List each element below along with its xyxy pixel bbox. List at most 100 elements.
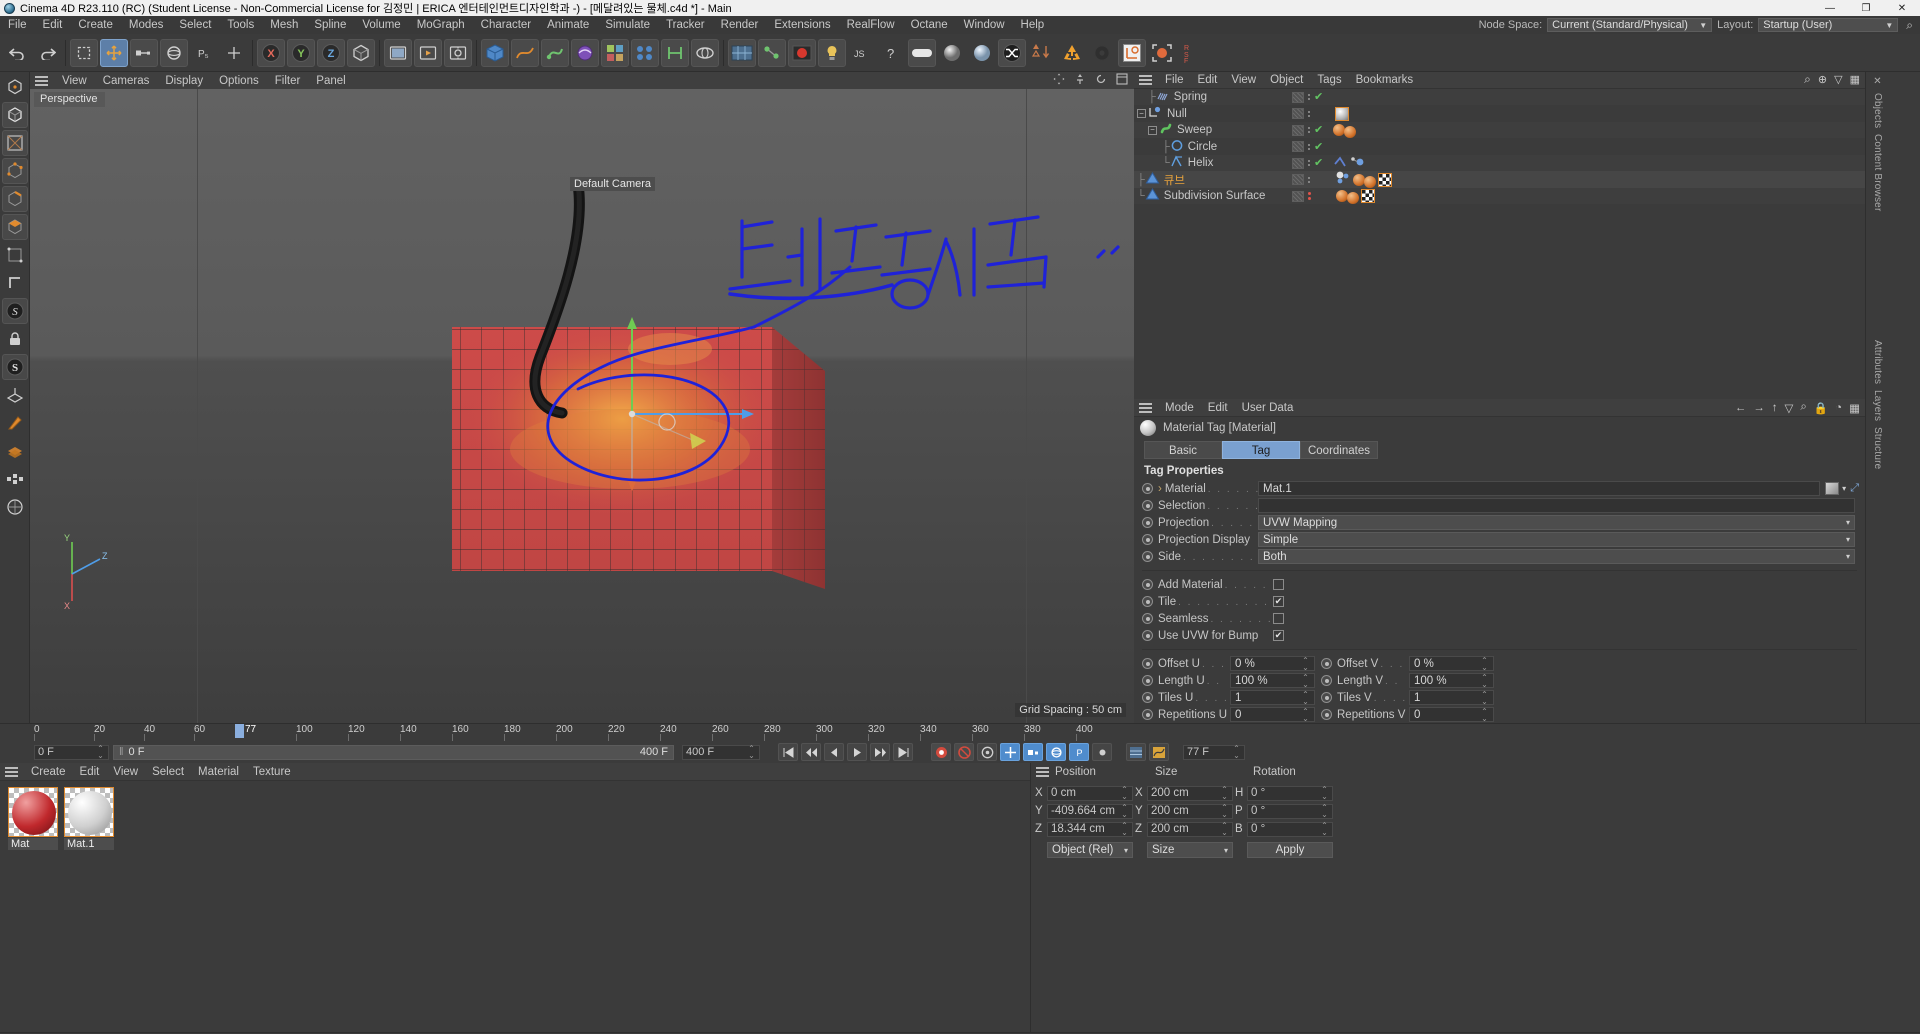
om-menu-edit[interactable]: Edit: [1191, 74, 1225, 86]
uvw-tag-icon[interactable]: [1378, 172, 1392, 187]
object-manager-menu-icon[interactable]: [1139, 74, 1152, 85]
add-spline-button[interactable]: [511, 38, 539, 67]
om-filter-icon[interactable]: ▽: [1834, 73, 1842, 86]
reset-pos-button[interactable]: [220, 39, 248, 67]
menu-item-file[interactable]: File: [0, 16, 35, 34]
stepper-icon[interactable]: ⌃ ⌄: [1301, 690, 1310, 705]
menu-item-modes[interactable]: Modes: [121, 16, 172, 34]
stepper-icon[interactable]: ⌃ ⌄: [747, 745, 756, 760]
pla-key-button[interactable]: P: [1069, 743, 1089, 761]
material-thumbnail[interactable]: [8, 787, 58, 837]
back-arrow-icon[interactable]: ←: [1735, 402, 1747, 414]
lock-icon[interactable]: 🔒: [1814, 401, 1828, 415]
length-v-input[interactable]: 100 % ⌃ ⌄: [1409, 673, 1494, 688]
tile-checkbox[interactable]: ✔: [1273, 596, 1284, 607]
phong-tag-icon[interactable]: [1335, 171, 1351, 188]
object-row-sweep[interactable]: − Sweep ✔: [1134, 121, 1865, 139]
viewport-3d[interactable]: Perspective Y Z X Default Camera Grid Sp…: [30, 89, 1134, 723]
menu-item-character[interactable]: Character: [473, 16, 540, 34]
viewport-menu-options[interactable]: Options: [211, 75, 267, 87]
timeline-ruler[interactable]: 0 20 40 60 77 100 120 140 160 180 200 22…: [0, 723, 1920, 741]
texture-mode-button[interactable]: [1, 130, 28, 156]
rotate-tool-button[interactable]: [160, 38, 188, 67]
mm-menu-material[interactable]: Material: [191, 766, 246, 778]
dot-indicators[interactable]: [1308, 110, 1310, 117]
menu-item-tools[interactable]: Tools: [219, 16, 262, 34]
record-keyframe-button[interactable]: [931, 743, 951, 761]
knife-tool-button[interactable]: [2, 410, 28, 436]
viewport-menu-filter[interactable]: Filter: [267, 75, 309, 87]
node-space-select[interactable]: Current (Standard/Physical) ▼: [1547, 18, 1713, 32]
material-item[interactable]: Mat: [8, 787, 58, 850]
material-sphere-blue-button[interactable]: [968, 39, 996, 67]
stepper-icon[interactable]: ⌃ ⌄: [1120, 822, 1129, 837]
enabled-check-icon[interactable]: ✔: [1314, 125, 1323, 136]
material-manager-menu-icon[interactable]: [5, 766, 18, 777]
random-shuffle-button[interactable]: [998, 38, 1026, 67]
dynamics-tag-icon[interactable]: [1349, 155, 1365, 171]
repetitions-u-input[interactable]: 0 ⌃ ⌄: [1230, 707, 1315, 722]
maximize-button[interactable]: ❐: [1848, 0, 1884, 16]
repetitions-v-input[interactable]: 0 ⌃ ⌄: [1409, 707, 1494, 722]
menu-item-mesh[interactable]: Mesh: [262, 16, 306, 34]
enabled-check-icon[interactable]: ✔: [1314, 92, 1323, 103]
polygons-mode-button[interactable]: [1, 214, 28, 240]
uv-polygons-mode-button[interactable]: [2, 270, 28, 296]
add-deformer-button[interactable]: [571, 38, 599, 67]
use-uvw-for-bump-checkbox[interactable]: ✔: [1273, 630, 1284, 641]
animate-dot-icon[interactable]: [1321, 658, 1332, 669]
animate-dot-icon[interactable]: [1142, 630, 1153, 641]
chevron-down-icon[interactable]: ▾: [1842, 484, 1846, 493]
points-mode-button[interactable]: [1, 158, 28, 184]
material-sphere-grey-button[interactable]: [938, 39, 966, 67]
enabled-check-icon[interactable]: ✔: [1314, 141, 1323, 152]
menu-item-mograph[interactable]: MoGraph: [409, 16, 473, 34]
om-menu-file[interactable]: File: [1158, 74, 1191, 86]
grid-checker-button[interactable]: [2, 466, 28, 492]
grid-icon[interactable]: ▦: [1849, 401, 1860, 415]
length-u-input[interactable]: 100 % ⌃ ⌄: [1230, 673, 1315, 688]
stepper-icon[interactable]: ⌃ ⌄: [1320, 822, 1329, 837]
om-menu-bookmarks[interactable]: Bookmarks: [1349, 74, 1421, 86]
offset-v-input[interactable]: 0 % ⌃ ⌄: [1409, 656, 1494, 671]
position-y-input[interactable]: -409.664 cm ⌃ ⌄: [1047, 803, 1133, 819]
projection-display-select[interactable]: Simple ▾: [1258, 532, 1855, 547]
lock-workplane-button[interactable]: [2, 326, 28, 352]
menu-item-tracker[interactable]: Tracker: [658, 16, 713, 34]
recycle-icon-button[interactable]: [1058, 39, 1086, 67]
z-axis-lock-button[interactable]: Z: [317, 38, 345, 67]
grid-tool-button[interactable]: [2, 438, 28, 464]
viewport-menu-icon[interactable]: [35, 75, 48, 86]
material-item[interactable]: Mat.1: [64, 787, 114, 850]
menu-item-select[interactable]: Select: [171, 16, 219, 34]
att-menu-edit[interactable]: Edit: [1201, 402, 1235, 414]
object-axis-mode-button[interactable]: [2, 74, 28, 100]
rail-label-attributes[interactable]: Attributes: [1872, 340, 1883, 384]
menu-item-render[interactable]: Render: [713, 16, 767, 34]
move-tool-button[interactable]: [100, 38, 128, 67]
keyframe-dot-button[interactable]: [1092, 743, 1112, 761]
animate-dot-icon[interactable]: [1142, 500, 1153, 511]
edges-mode-button[interactable]: [1, 186, 28, 212]
spline-tag-icon[interactable]: [1333, 155, 1347, 171]
magnet-tool-button[interactable]: P₅: [190, 39, 218, 67]
visibility-toggle[interactable]: [1292, 157, 1304, 169]
render-region-brackets-button[interactable]: [1148, 39, 1176, 67]
animate-dot-icon[interactable]: [1142, 517, 1153, 528]
stepper-icon[interactable]: ⌃ ⌄: [1480, 690, 1489, 705]
window-controls[interactable]: — ❐ ✕: [1812, 0, 1920, 16]
tab-basic[interactable]: Basic: [1144, 441, 1222, 459]
coordinate-manager-menu-icon[interactable]: [1036, 767, 1049, 777]
menu-item-extensions[interactable]: Extensions: [766, 16, 838, 34]
menu-item-octane[interactable]: Octane: [903, 16, 956, 34]
visibility-toggle[interactable]: [1292, 124, 1304, 136]
capsule-button[interactable]: [908, 38, 936, 67]
size-x-input[interactable]: 200 cm ⌃ ⌄: [1147, 785, 1233, 801]
rail-close-icon[interactable]: ✕: [1873, 76, 1881, 87]
rotation-h-input[interactable]: 0 ° ⌃ ⌄: [1247, 785, 1333, 801]
stepper-icon[interactable]: ⌃ ⌄: [1320, 786, 1329, 801]
tab-coordinates[interactable]: Coordinates: [1300, 441, 1378, 459]
preview-range-bar[interactable]: ‖ 0 F 400 F: [113, 744, 674, 760]
uv-points-mode-button[interactable]: [2, 242, 28, 268]
animate-dot-icon[interactable]: [1142, 675, 1153, 686]
